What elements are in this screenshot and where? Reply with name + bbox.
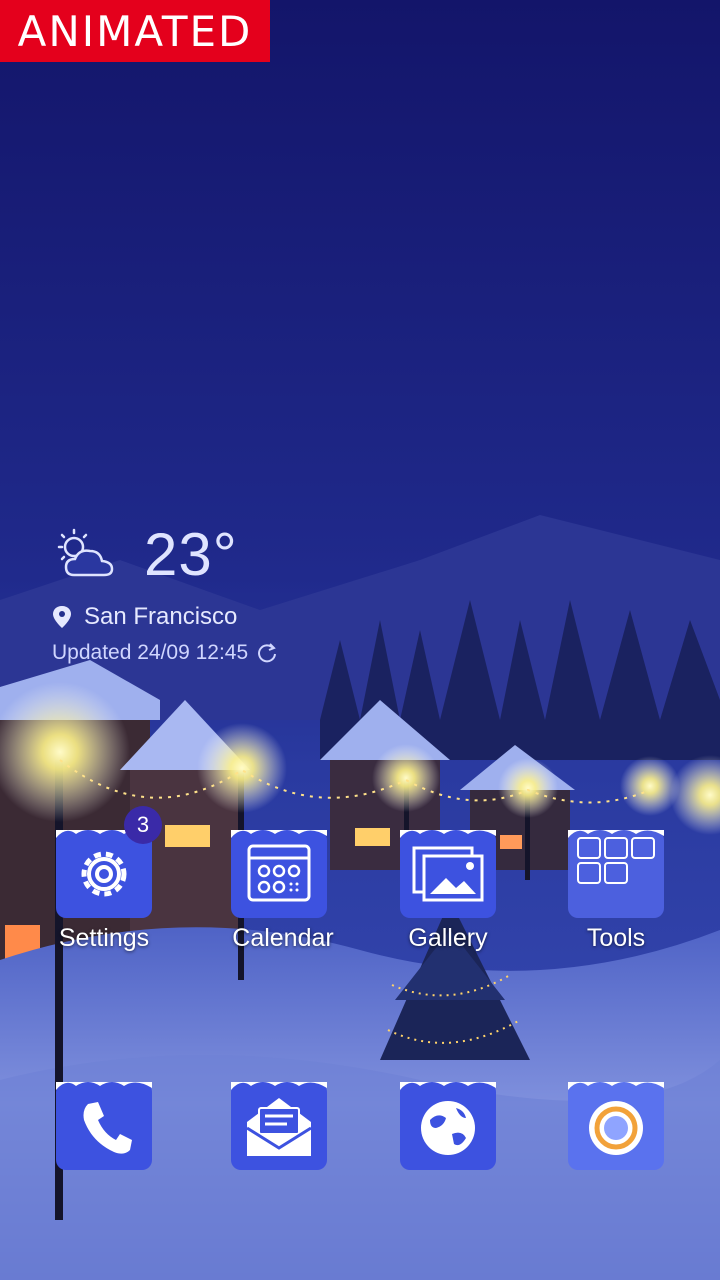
camera-icon bbox=[589, 1101, 643, 1155]
browser-app-icon[interactable] bbox=[400, 1078, 496, 1170]
calendar-app-icon[interactable] bbox=[231, 826, 327, 918]
gallery-label[interactable]: Gallery bbox=[368, 924, 528, 953]
location-pin-icon bbox=[53, 606, 71, 628]
temperature: 23° bbox=[144, 521, 238, 588]
gallery-app-icon[interactable] bbox=[400, 826, 496, 918]
refresh-icon[interactable] bbox=[256, 642, 278, 664]
settings-notification-badge: 3 bbox=[124, 806, 162, 844]
weather-location: San Francisco bbox=[84, 603, 238, 630]
messages-app-icon[interactable] bbox=[231, 1078, 327, 1170]
gallery-icon bbox=[412, 846, 484, 902]
tools-label[interactable]: Tools bbox=[536, 924, 696, 953]
weather-updated-time: Updated 24/09 12:45 bbox=[52, 641, 249, 664]
animated-badge: ANIMATED bbox=[0, 0, 270, 62]
camera-app-icon[interactable] bbox=[568, 1078, 664, 1170]
partly-cloudy-icon bbox=[57, 528, 114, 576]
calendar-label[interactable]: Calendar bbox=[203, 924, 363, 953]
settings-label[interactable]: Settings bbox=[24, 924, 184, 953]
tools-folder[interactable] bbox=[568, 826, 664, 918]
browser-globe-icon bbox=[421, 1101, 475, 1155]
weather-widget[interactable]: 23° San Francisco Updated 24/09 12:45 bbox=[52, 520, 278, 665]
phone-app-icon[interactable] bbox=[56, 1078, 152, 1170]
